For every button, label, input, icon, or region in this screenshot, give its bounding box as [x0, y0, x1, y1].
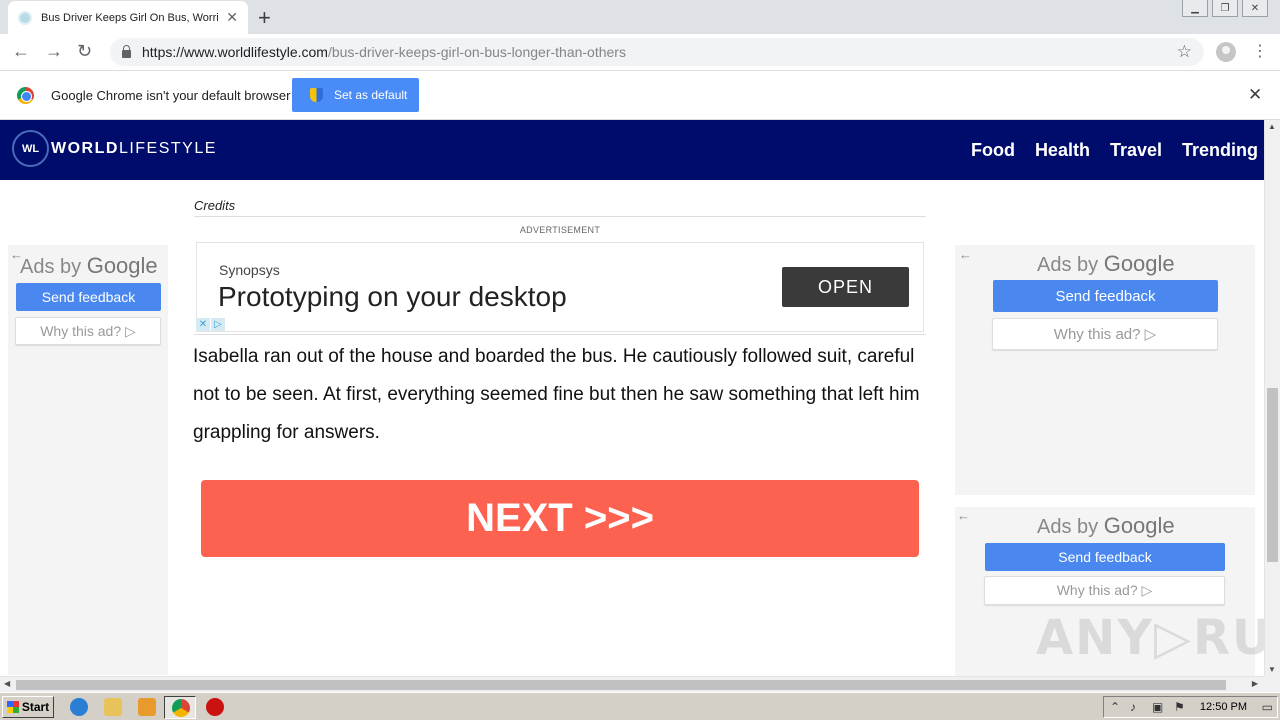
next-page-button[interactable]: NEXT >>>: [201, 480, 919, 557]
url-path: /bus-driver-keeps-girl-on-bus-longer-tha…: [327, 44, 626, 60]
why-this-ad-button[interactable]: Why this ad? ▷: [984, 576, 1225, 605]
volume-icon[interactable]: ♪: [1130, 700, 1136, 714]
scroll-right-arrow-icon[interactable]: ▶: [1252, 679, 1258, 688]
send-feedback-button[interactable]: Send feedback: [985, 543, 1225, 571]
start-label: Start: [21, 700, 50, 714]
send-feedback-button[interactable]: Send feedback: [16, 283, 161, 311]
url-text[interactable]: https://www.worldlifestyle.com/bus-drive…: [142, 44, 626, 60]
vertical-scrollbar[interactable]: ▲ ▼: [1264, 120, 1280, 676]
google-text: Google: [86, 253, 158, 278]
tab-title: Bus Driver Keeps Girl On Bus, Worrie: [41, 11, 219, 24]
banner-open-button[interactable]: OPEN: [782, 267, 909, 307]
set-as-default-button[interactable]: Set as default: [292, 78, 419, 112]
nav-trending[interactable]: Trending: [1182, 140, 1258, 161]
network-icon[interactable]: ▣: [1152, 700, 1163, 714]
google-text: Google: [1103, 251, 1175, 276]
banner-headline: Prototyping on your desktop: [218, 281, 567, 312]
logo-text-rest: LIFESTYLE: [118, 140, 217, 157]
tab-strip: Bus Driver Keeps Girl On Bus, Worrie ✕ +…: [0, 0, 1280, 34]
adchoices[interactable]: ✕ ▷: [196, 318, 226, 331]
scroll-up-arrow-icon[interactable]: ▲: [1268, 122, 1276, 131]
tray-expand-icon[interactable]: ⌃: [1110, 700, 1120, 714]
infobar-message: Google Chrome isn't your default browser: [51, 88, 291, 103]
site-header: WL WORLDLIFESTYLE Food Health Travel Tre…: [0, 120, 1264, 180]
chrome-menu-icon[interactable]: ⋮: [1252, 41, 1268, 61]
scroll-left-arrow-icon[interactable]: ◀: [4, 679, 10, 688]
new-tab-button[interactable]: +: [258, 5, 271, 31]
address-bar[interactable]: https://www.worldlifestyle.com/bus-drive…: [110, 38, 1204, 66]
close-window-icon[interactable]: ✕: [1242, 0, 1268, 17]
vertical-scroll-thumb[interactable]: [1267, 388, 1278, 562]
scroll-down-arrow-icon[interactable]: ▼: [1268, 665, 1276, 674]
ad-back-arrow-icon[interactable]: ←: [959, 247, 972, 262]
why-this-ad-button[interactable]: Why this ad? ▷: [992, 318, 1218, 350]
nav-food[interactable]: Food: [971, 140, 1015, 161]
banner-brand: Synopsys: [219, 262, 280, 278]
why-this-ad-button[interactable]: Why this ad? ▷: [15, 317, 161, 345]
nav-health[interactable]: Health: [1035, 140, 1090, 161]
ads-by-text: Ads by: [1037, 254, 1104, 276]
banner-ad[interactable]: Synopsys Prototyping on your desktop OPE…: [196, 242, 924, 332]
nav-travel[interactable]: Travel: [1110, 140, 1162, 161]
start-button[interactable]: Start: [2, 696, 54, 718]
browser-tab[interactable]: Bus Driver Keeps Girl On Bus, Worrie ✕: [8, 1, 248, 34]
show-desktop-icon[interactable]: ▭: [1262, 700, 1273, 714]
adchoices-info-icon[interactable]: ▷: [211, 318, 225, 331]
scrollbar-corner: [1264, 676, 1280, 692]
restore-window-icon[interactable]: ❐: [1212, 0, 1238, 17]
anyrun-watermark: ANY▷RUN: [1036, 610, 1280, 666]
browser-toolbar: ← → ↻ https://www.worldlifestyle.com/bus…: [0, 34, 1280, 71]
taskbar-clock[interactable]: 12:50 PM: [1200, 701, 1247, 713]
forward-arrow-icon[interactable]: →: [45, 41, 63, 62]
url-host: https://www.worldlifestyle.com: [142, 44, 328, 60]
google-ad-panel-left: ← Ads by Google Send feedback Why this a…: [8, 245, 168, 355]
internet-explorer-icon[interactable]: [70, 698, 88, 716]
stop-sign-icon[interactable]: [206, 698, 224, 716]
set-as-default-label: Set as default: [334, 88, 408, 102]
send-feedback-button[interactable]: Send feedback: [993, 280, 1218, 312]
logo-text-bold: WORLD: [51, 140, 119, 157]
file-explorer-icon[interactable]: [104, 698, 122, 716]
chrome-taskbar-icon: [172, 699, 190, 717]
media-player-icon[interactable]: [138, 698, 156, 716]
action-center-flag-icon[interactable]: ⚑: [1174, 700, 1185, 714]
horizontal-scroll-thumb[interactable]: [16, 680, 1226, 690]
site-logo-text[interactable]: WORLDLIFESTYLE: [51, 140, 217, 158]
ads-by-google-label: Ads by Google: [1037, 251, 1175, 277]
site-favicon-icon: [18, 10, 32, 25]
uac-shield-icon: [310, 88, 323, 102]
ads-by-text: Ads by: [20, 256, 87, 278]
divider: [194, 216, 926, 217]
back-arrow-icon[interactable]: ←: [12, 41, 30, 62]
infobar-close-icon[interactable]: ✕: [1248, 85, 1262, 105]
profile-avatar-icon[interactable]: [1216, 42, 1236, 62]
article-paragraph: Isabella ran out of the house and boarde…: [193, 346, 920, 443]
windows-flag-icon: [6, 701, 19, 713]
tab-close-icon[interactable]: ✕: [226, 9, 238, 26]
horizontal-scrollbar[interactable]: ◀ ▶: [0, 676, 1264, 692]
credits-label: Credits: [194, 198, 236, 213]
lock-icon: [122, 44, 131, 58]
default-browser-infobar: Google Chrome isn't your default browser…: [0, 71, 1280, 120]
ads-by-google-label: Ads by Google: [20, 253, 158, 279]
advertisement-label: ADVERTISEMENT: [519, 225, 601, 235]
ads-by-google-label: Ads by Google: [1037, 513, 1175, 539]
site-logo-badge[interactable]: WL: [12, 130, 49, 167]
system-tray: ⌃ ♪ ▣ ⚑ 12:50 PM ▭: [1103, 696, 1278, 718]
chrome-taskbar-button[interactable]: [164, 696, 196, 719]
google-text: Google: [1103, 513, 1175, 538]
adchoices-close-icon[interactable]: ✕: [196, 318, 210, 331]
ad-back-arrow-icon[interactable]: ←: [957, 508, 970, 523]
chrome-logo-icon: [17, 87, 34, 104]
divider: [194, 334, 926, 335]
google-ad-panel-right-top: ← Ads by Google Send feedback Why this a…: [955, 245, 1255, 495]
ads-by-text: Ads by: [1037, 516, 1104, 538]
logo-badge-text: WL: [21, 142, 40, 155]
site-nav: Food Health Travel Trending: [971, 140, 1258, 161]
minimize-window-icon[interactable]: ▁: [1182, 0, 1208, 17]
reload-icon[interactable]: ↻: [77, 41, 92, 62]
bookmark-star-icon[interactable]: ☆: [1177, 42, 1192, 62]
windows-taskbar: Start ⌃ ♪ ▣ ⚑ 12:50 PM ▭: [0, 692, 1280, 720]
